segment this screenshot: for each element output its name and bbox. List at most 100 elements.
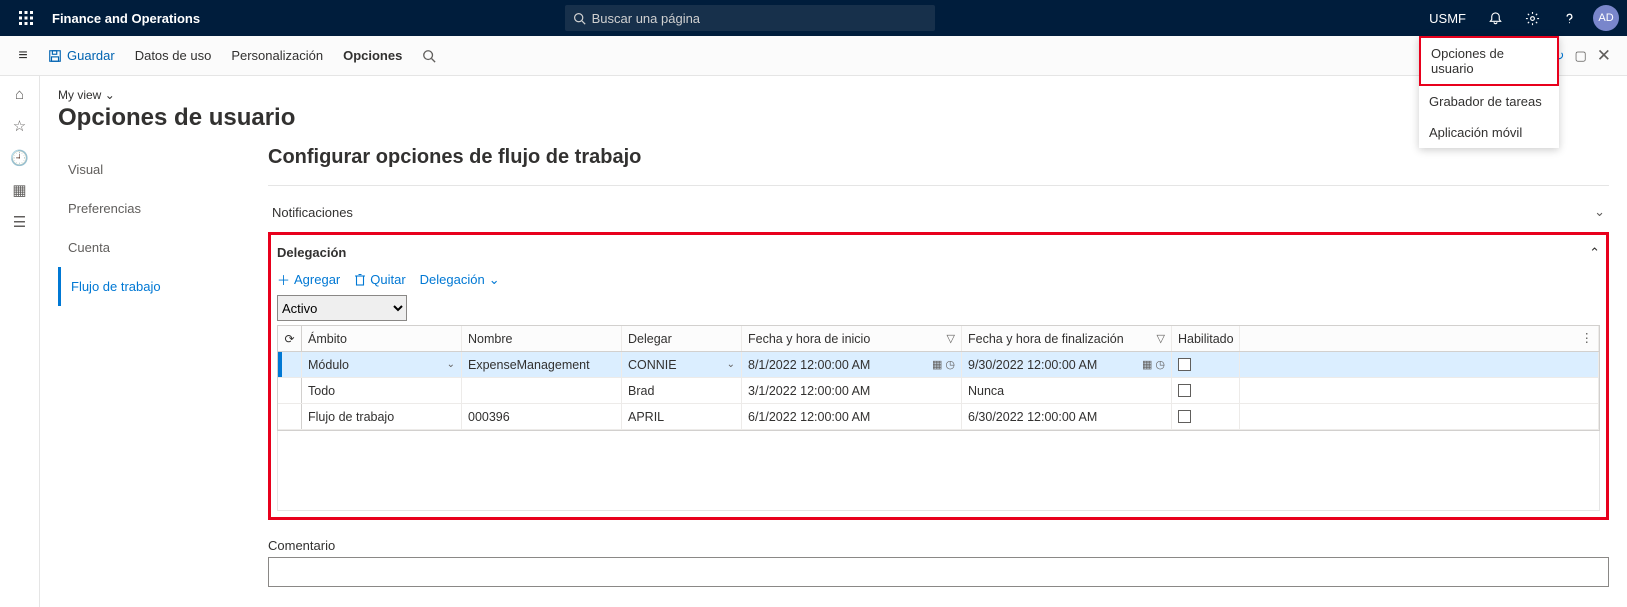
cell-nombre[interactable]: 000396 [462,404,622,429]
row-handle[interactable] [278,404,302,429]
chevron-down-icon: ⌄ [105,88,115,102]
page-title: Opciones de usuario [58,104,1609,132]
calendar-icon[interactable]: ▦ [1142,358,1152,371]
workspace-icon[interactable]: ▦ [12,181,26,199]
cell-fin[interactable]: 9/30/2022 12:00:00 AM▦◷ [962,352,1172,377]
action-bar: ≡ Guardar Datos de uso Personalización O… [0,36,1627,76]
checkbox[interactable] [1178,410,1191,423]
col-fin[interactable]: Fecha y hora de finalización▽ [962,326,1172,351]
dd-task-recorder[interactable]: Grabador de tareas [1419,86,1559,117]
clock-icon[interactable]: ◷ [1155,358,1165,371]
cell-habilitado[interactable] [1172,352,1240,377]
module-list-icon[interactable]: ☰ [13,213,26,231]
favorite-icon[interactable]: ☆ [13,117,26,135]
chevron-up-icon: ⌃ [1589,245,1600,261]
filter-select[interactable]: Activo [277,295,407,321]
checkbox[interactable] [1178,358,1191,371]
clock-icon[interactable]: ◷ [945,358,955,371]
col-nombre[interactable]: Nombre [462,326,622,351]
tab-visual[interactable]: Visual [58,150,268,189]
grid-empty-area [277,431,1600,511]
home-icon[interactable]: ⌂ [15,86,24,103]
cell-ambito[interactable]: Flujo de trabajo [302,404,462,429]
body: ⌂ ☆ 🕘 ▦ ☰ My view ⌄ Opciones de usuario … [0,76,1627,607]
avatar[interactable]: AD [1593,5,1619,31]
cell-delegar[interactable]: APRIL [622,404,742,429]
notifications-header[interactable]: Notificaciones ⌄ [268,196,1609,228]
calendar-icon[interactable]: ▦ [932,358,942,371]
global-search[interactable] [565,5,935,31]
row-handle[interactable] [278,378,302,403]
col-delegar[interactable]: Delegar [622,326,742,351]
checkbox[interactable] [1178,384,1191,397]
options-button[interactable]: Opciones [333,44,412,67]
help-icon[interactable] [1552,0,1587,36]
recent-icon[interactable]: 🕘 [10,149,29,167]
cell-delegar[interactable]: Brad [622,378,742,403]
cell-nombre[interactable] [462,378,622,403]
delegation-header[interactable]: Delegación ⌃ [277,241,1600,264]
action-search-icon[interactable] [412,45,446,67]
cell-delegar[interactable]: CONNIE⌄ [622,352,742,377]
cell-habilitado[interactable] [1172,404,1240,429]
settings-dropdown: Opciones de usuario Grabador de tareas A… [1419,36,1559,148]
comment-input[interactable] [268,557,1609,587]
table-row[interactable]: Módulo⌄ ExpenseManagement CONNIE⌄ 8/1/20… [278,352,1599,378]
cell-inicio[interactable]: 8/1/2022 12:00:00 AM▦◷ [742,352,962,377]
search-icon [573,12,586,25]
add-button[interactable]: ＋ Agregar [277,270,340,289]
dd-user-options[interactable]: Opciones de usuario [1419,36,1559,86]
trash-icon [354,273,366,286]
grid-header-row: ⟳ Ámbito Nombre Delegar Fecha y hora de … [278,326,1599,352]
cell-inicio[interactable]: 6/1/2022 12:00:00 AM [742,404,962,429]
cell-nombre[interactable]: ExpenseManagement [462,352,622,377]
dd-mobile-app[interactable]: Aplicación móvil [1419,117,1559,148]
plus-icon: ＋ [277,270,290,289]
app-launcher-icon[interactable] [8,0,44,36]
delegation-grid: ⋮ ⟳ Ámbito Nombre Delegar Fecha y hora d… [277,325,1600,431]
chevron-down-icon: ⌄ [1594,204,1605,220]
top-right-group: USMF AD [1419,0,1619,36]
notifications-label: Notificaciones [272,205,353,220]
left-rail: ⌂ ☆ 🕘 ▦ ☰ [0,76,40,607]
grid-refresh-header[interactable]: ⟳ [278,326,302,351]
filter-icon[interactable]: ▽ [947,332,955,345]
cell-fin[interactable]: 6/30/2022 12:00:00 AM [962,404,1172,429]
cell-ambito[interactable]: Módulo⌄ [302,352,462,377]
personalization-button[interactable]: Personalización [221,44,333,67]
my-view-selector[interactable]: My view ⌄ [58,88,1609,102]
main-area: My view ⌄ Opciones de usuario Visual Pre… [40,76,1627,607]
table-row[interactable]: Flujo de trabajo 000396 APRIL 6/1/2022 1… [278,404,1599,430]
cell-fin[interactable]: Nunca [962,378,1172,403]
chevron-down-icon: ⌄ [727,359,735,370]
usage-data-button[interactable]: Datos de uso [125,44,222,67]
remove-button[interactable]: Quitar [354,272,405,287]
company-code[interactable]: USMF [1419,0,1476,36]
col-habilitado[interactable]: Habilitado [1172,326,1240,351]
my-view-label: My view [58,88,101,102]
cell-ambito[interactable]: Todo [302,378,462,403]
nav-toggle-icon[interactable]: ≡ [8,47,38,65]
popout-icon[interactable]: ▢ [1574,48,1586,64]
cell-inicio[interactable]: 3/1/2022 12:00:00 AM [742,378,962,403]
col-inicio[interactable]: Fecha y hora de inicio▽ [742,326,962,351]
separator [268,185,1609,186]
close-icon[interactable]: ✕ [1597,46,1611,66]
side-tabs: Visual Preferencias Cuenta Flujo de trab… [58,146,268,587]
col-ambito[interactable]: Ámbito [302,326,462,351]
app-title: Finance and Operations [52,11,200,26]
tab-account[interactable]: Cuenta [58,228,268,267]
tab-preferences[interactable]: Preferencias [58,189,268,228]
workflow-content: Configurar opciones de flujo de trabajo … [268,146,1609,587]
content-columns: Visual Preferencias Cuenta Flujo de trab… [58,146,1609,587]
table-row[interactable]: Todo Brad 3/1/2022 12:00:00 AM Nunca [278,378,1599,404]
gear-icon[interactable] [1515,0,1550,36]
cell-habilitado[interactable] [1172,378,1240,403]
save-button[interactable]: Guardar [38,44,125,67]
global-search-input[interactable] [592,11,927,26]
filter-icon[interactable]: ▽ [1157,332,1165,345]
delegation-dropdown-button[interactable]: Delegación ⌄ [420,272,500,288]
notification-bell-icon[interactable] [1478,0,1513,36]
row-handle[interactable] [282,352,302,377]
tab-workflow[interactable]: Flujo de trabajo [58,267,268,306]
